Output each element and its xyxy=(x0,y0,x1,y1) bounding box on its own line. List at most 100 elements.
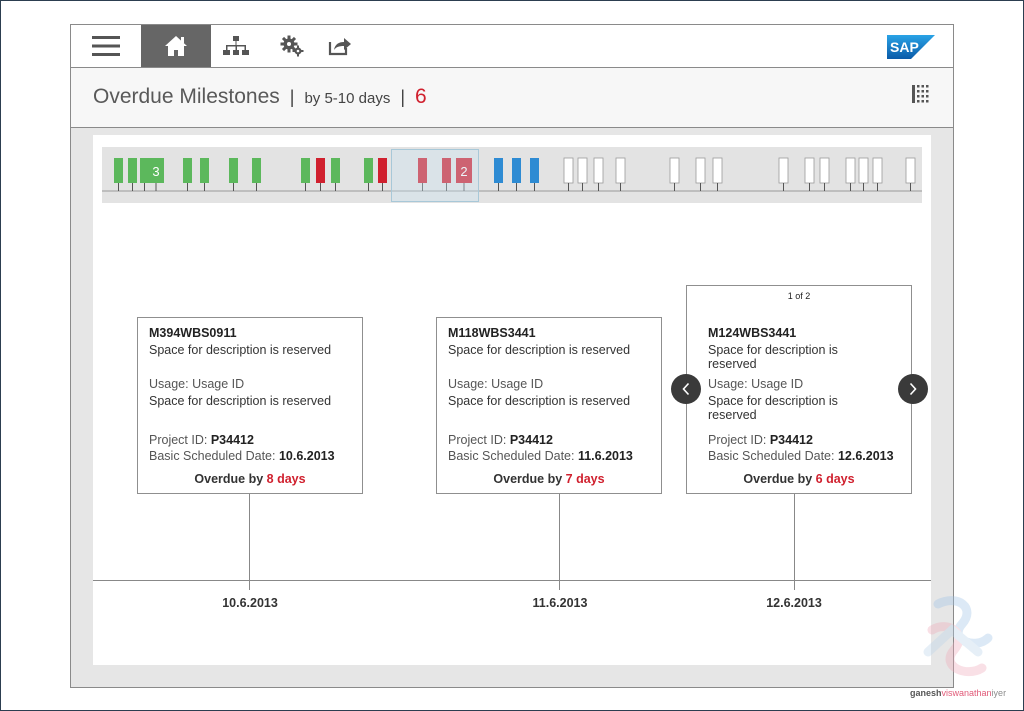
project-line: Project ID: P34412 xyxy=(149,433,349,447)
overview-milestone-marker xyxy=(494,158,503,183)
timeline-axis xyxy=(93,580,931,581)
overdue-label: Overdue by xyxy=(194,472,264,486)
title-row: Overdue Milestones | by 5-10 days | 6 xyxy=(93,85,427,109)
author-credit: ganeshviswanathaniyer xyxy=(910,688,1006,698)
home-button[interactable] xyxy=(141,25,211,67)
overview-milestone-marker xyxy=(615,157,626,184)
scheduled-date: 10.6.2013 xyxy=(278,449,335,463)
card-connector xyxy=(794,494,795,590)
menu-icon xyxy=(92,36,120,56)
overdue-label: Overdue by xyxy=(743,472,813,486)
milestone-card-paged[interactable]: 1 of 2 M124WBS3441 Space for description… xyxy=(686,285,912,494)
overview-milestone-marker xyxy=(331,158,340,183)
card-pager: 1 of 2 xyxy=(787,291,811,301)
overview-milestone-marker xyxy=(778,157,789,184)
hierarchy-button[interactable] xyxy=(219,25,253,67)
card-connector xyxy=(559,494,560,590)
project-id: P34412 xyxy=(210,433,254,447)
share-button[interactable] xyxy=(323,25,357,67)
credit-first: ganesh xyxy=(910,688,942,698)
project-label: Project ID: xyxy=(149,433,208,447)
overview-focus-window[interactable] xyxy=(391,149,479,202)
next-card-button[interactable] xyxy=(898,374,928,404)
previous-card-button[interactable] xyxy=(671,374,701,404)
overview-milestone-marker xyxy=(128,158,137,183)
sap-logo-text: SAP xyxy=(890,39,919,55)
date-line: Basic Scheduled Date: 12.6.2013 xyxy=(708,449,908,463)
scheduled-date: 12.6.2013 xyxy=(837,449,894,463)
filter-label: by 5-10 days xyxy=(304,90,391,107)
milestone-card[interactable]: M118WBS3441 Space for description is res… xyxy=(436,317,662,494)
overview-milestone-marker xyxy=(577,157,588,184)
card-connector xyxy=(249,494,250,590)
date-label: Basic Scheduled Date: xyxy=(708,449,835,463)
date-label: Basic Scheduled Date: xyxy=(149,449,276,463)
overdue-days: 8 days xyxy=(266,472,306,486)
project-line: Project ID: P34412 xyxy=(708,433,908,447)
usage-description: Space for description is reserved xyxy=(448,394,631,408)
overview-marks xyxy=(114,157,916,191)
overview-milestone-marker xyxy=(114,158,123,183)
overview-chart: 3 2 xyxy=(102,157,922,192)
overdue-line: Overdue by 8 days xyxy=(138,472,362,486)
project-label: Project ID: xyxy=(448,433,507,447)
milestone-description: Space for description is reserved xyxy=(708,343,838,371)
share-icon xyxy=(328,38,351,56)
credit-last: iyer xyxy=(991,688,1007,698)
usage-label: Usage: Usage ID xyxy=(448,377,544,391)
overdue-days: 7 days xyxy=(565,472,605,486)
overview-milestone-marker xyxy=(593,157,604,184)
project-id: P34412 xyxy=(769,433,813,447)
timeline-overview[interactable]: 3 2 xyxy=(102,147,922,203)
milestone-id: M124WBS3441 xyxy=(708,326,797,340)
usage-description: Space for description is reserved xyxy=(149,394,332,408)
overdue-line: Overdue by 6 days xyxy=(687,472,911,486)
overview-milestone-marker xyxy=(301,158,310,183)
count-separator: | xyxy=(400,87,406,107)
grid-view-icon[interactable] xyxy=(912,85,930,103)
date-line: Basic Scheduled Date: 11.6.2013 xyxy=(448,449,663,463)
overdue-days: 6 days xyxy=(815,472,855,486)
author-watermark-logo xyxy=(923,596,993,677)
usage-description: Space for description is reserved xyxy=(708,394,838,422)
overview-milestone-marker xyxy=(229,158,238,183)
overdue-count: 6 xyxy=(415,85,427,108)
timeline-panel: 3 2 M394WBS0911 Space for description is… xyxy=(93,135,931,665)
overview-milestone-marker xyxy=(530,158,539,183)
scheduled-date: 11.6.2013 xyxy=(577,449,633,463)
cluster-badge-green: 3 xyxy=(148,158,164,191)
overview-milestone-marker xyxy=(845,157,856,184)
project-line: Project ID: P34412 xyxy=(448,433,648,447)
settings-button[interactable] xyxy=(275,25,309,67)
milestone-description: Space for description is reserved xyxy=(149,343,332,357)
overview-milestone-marker xyxy=(183,158,192,183)
milestone-card[interactable]: M394WBS0911 Space for description is res… xyxy=(137,317,363,494)
overview-milestone-marker xyxy=(819,157,830,184)
overview-milestone-marker xyxy=(316,158,325,183)
milestone-id: M394WBS0911 xyxy=(149,326,237,340)
timeline-date-label: 11.6.2013 xyxy=(532,596,588,610)
overview-milestone-marker xyxy=(252,158,261,183)
title-separator: | xyxy=(289,87,295,107)
overview-milestone-marker xyxy=(905,157,916,184)
cluster-badge-count-1: 3 xyxy=(152,164,159,179)
timeline-date-label: 12.6.2013 xyxy=(766,596,822,610)
milestone-description: Space for description is reserved xyxy=(448,343,631,357)
overview-milestone-marker xyxy=(858,157,869,184)
toolbar: SAP xyxy=(71,25,953,68)
overview-milestone-marker xyxy=(872,157,883,184)
overdue-label: Overdue by xyxy=(493,472,563,486)
date-line: Basic Scheduled Date: 10.6.2013 xyxy=(149,449,364,463)
project-id: P34412 xyxy=(509,433,553,447)
overview-milestone-marker xyxy=(695,157,706,184)
overdue-line: Overdue by 7 days xyxy=(437,472,661,486)
menu-button[interactable] xyxy=(71,25,141,67)
settings-icon xyxy=(280,35,304,57)
usage-label: Usage: Usage ID xyxy=(149,377,245,391)
org-chart-icon xyxy=(223,36,249,55)
overview-milestone-marker xyxy=(712,157,723,184)
project-label: Project ID: xyxy=(708,433,767,447)
app-window: SAP Overdue Milestones | by 5-10 days | … xyxy=(70,24,954,688)
overview-milestone-marker xyxy=(804,157,815,184)
date-label: Basic Scheduled Date: xyxy=(448,449,575,463)
